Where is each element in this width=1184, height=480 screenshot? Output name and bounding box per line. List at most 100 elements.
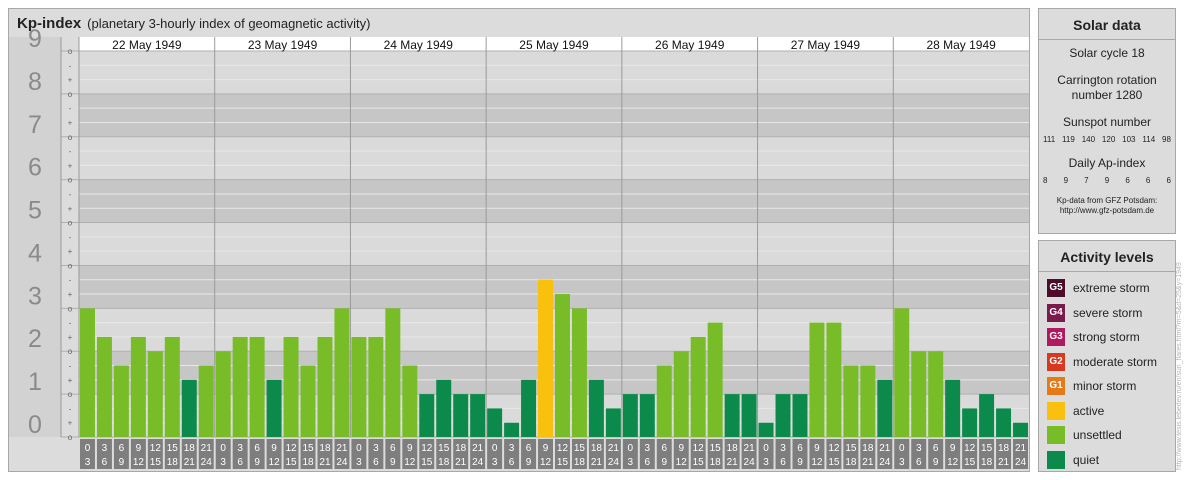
interval-start-label: 18 <box>727 443 739 454</box>
interval-end-label: 12 <box>133 457 145 468</box>
sunspot-value: 140 <box>1081 135 1096 144</box>
minor-tick-label: o <box>68 347 73 356</box>
legend-swatch <box>1047 401 1065 420</box>
interval-end-label: 18 <box>710 457 722 468</box>
kp-bar <box>181 379 197 437</box>
kp-bar <box>843 365 859 437</box>
kp-bar <box>538 279 553 437</box>
interval-end-label: 21 <box>998 457 1010 468</box>
day-label: 28 May 1949 <box>926 38 996 52</box>
day-label: 22 May 1949 <box>112 38 182 52</box>
interval-end-label: 9 <box>933 457 939 468</box>
interval-end-label: 6 <box>780 457 786 468</box>
interval-start-label: 6 <box>661 443 667 454</box>
interval-start-label: 6 <box>390 443 396 454</box>
solar-cycle: Solar cycle 18 <box>1069 46 1145 60</box>
kp-bar <box>605 408 621 437</box>
interval-end-label: 24 <box>336 457 348 468</box>
kp-bar <box>266 379 282 437</box>
interval-start-label: 12 <box>693 443 705 454</box>
kp-bar <box>979 394 995 437</box>
interval-end-label: 3 <box>492 457 498 468</box>
minor-tick-label: o <box>68 133 73 142</box>
kp-bar <box>894 308 910 437</box>
legend-label: extreme storm <box>1073 281 1150 296</box>
interval-start-label: 15 <box>574 443 586 454</box>
minor-tick-label: o <box>68 219 73 228</box>
legend-label: unsettled <box>1073 428 1122 443</box>
kp-bar <box>470 394 486 437</box>
interval-end-label: 6 <box>645 457 651 468</box>
interval-end-label: 9 <box>661 457 667 468</box>
minor-tick-label: o <box>68 433 73 442</box>
interval-end-label: 15 <box>828 457 840 468</box>
legend-swatch <box>1047 426 1065 445</box>
interval-start-label: 15 <box>845 443 857 454</box>
y-tick-label: 1 <box>28 368 42 396</box>
interval-end-label: 3 <box>356 457 362 468</box>
sunspot-value: 111 <box>1043 135 1056 144</box>
interval-start-label: 18 <box>319 443 331 454</box>
ap-value: 9 <box>1104 176 1110 185</box>
interval-end-label: 6 <box>102 457 108 468</box>
kp-bar <box>487 408 503 437</box>
minor-tick-label: - <box>69 404 72 413</box>
minor-tick-label: - <box>69 362 72 371</box>
interval-start-label: 18 <box>455 443 467 454</box>
minor-tick-label: + <box>68 376 73 385</box>
day-label: 27 May 1949 <box>791 38 861 52</box>
carrington-line1: Carrington rotation <box>1057 73 1157 87</box>
kp-bar <box>300 365 316 437</box>
sunspot-value: 98 <box>1162 135 1171 144</box>
ap-value: 8 <box>1043 176 1048 185</box>
minor-tick-label: + <box>68 247 73 256</box>
legend-item: G4 severe storm <box>1039 301 1175 326</box>
y-tick-label: 5 <box>28 197 42 225</box>
kp-bar <box>588 379 604 437</box>
legend-swatch: G3 <box>1047 328 1065 347</box>
interval-start-label: 6 <box>119 443 125 454</box>
interval-start-label: 6 <box>254 443 260 454</box>
interval-start-label: 18 <box>591 443 603 454</box>
minor-tick-label: + <box>68 161 73 170</box>
interval-start-label: 3 <box>102 443 108 454</box>
kp-bar <box>198 365 214 437</box>
kp-bar <box>758 422 774 437</box>
minor-tick-label: + <box>68 419 73 428</box>
interval-end-label: 15 <box>557 457 569 468</box>
kp-bar <box>351 336 367 437</box>
kp-bar <box>419 394 435 437</box>
kp-bar <box>639 394 655 437</box>
interval-end-label: 18 <box>981 457 993 468</box>
y-tick-label: 2 <box>28 325 42 353</box>
sunspot-value: 114 <box>1142 135 1156 144</box>
interval-end-label: 18 <box>167 457 179 468</box>
interval-start-label: 15 <box>167 443 179 454</box>
interval-end-label: 12 <box>676 457 688 468</box>
minor-tick-label: + <box>68 204 73 213</box>
interval-start-label: 12 <box>828 443 840 454</box>
y-tick-label: 3 <box>28 282 42 310</box>
interval-start-label: 3 <box>509 443 515 454</box>
interval-start-label: 9 <box>407 443 413 454</box>
kp-bar <box>521 379 537 437</box>
interval-start-label: 12 <box>150 443 162 454</box>
legend-swatch: G1 <box>1047 377 1065 396</box>
minor-tick-label: + <box>68 333 73 342</box>
kp-bar <box>385 308 401 437</box>
interval-start-label: 3 <box>645 443 651 454</box>
minor-tick-label: o <box>68 176 73 185</box>
kp-bar <box>334 308 350 437</box>
interval-start-label: 12 <box>285 443 297 454</box>
interval-end-label: 12 <box>811 457 823 468</box>
interval-end-label: 18 <box>845 457 857 468</box>
y-tick-label: 6 <box>28 154 42 182</box>
interval-end-label: 18 <box>574 457 586 468</box>
kp-bar <box>826 322 842 437</box>
kp-bar <box>690 336 706 437</box>
kp-bar <box>232 336 248 437</box>
interval-end-label: 9 <box>254 457 260 468</box>
activity-levels-panel: Activity levels G5 extreme storm G4 severe … <box>1038 240 1176 472</box>
kp-bar <box>147 351 163 437</box>
interval-end-label: 12 <box>947 457 959 468</box>
